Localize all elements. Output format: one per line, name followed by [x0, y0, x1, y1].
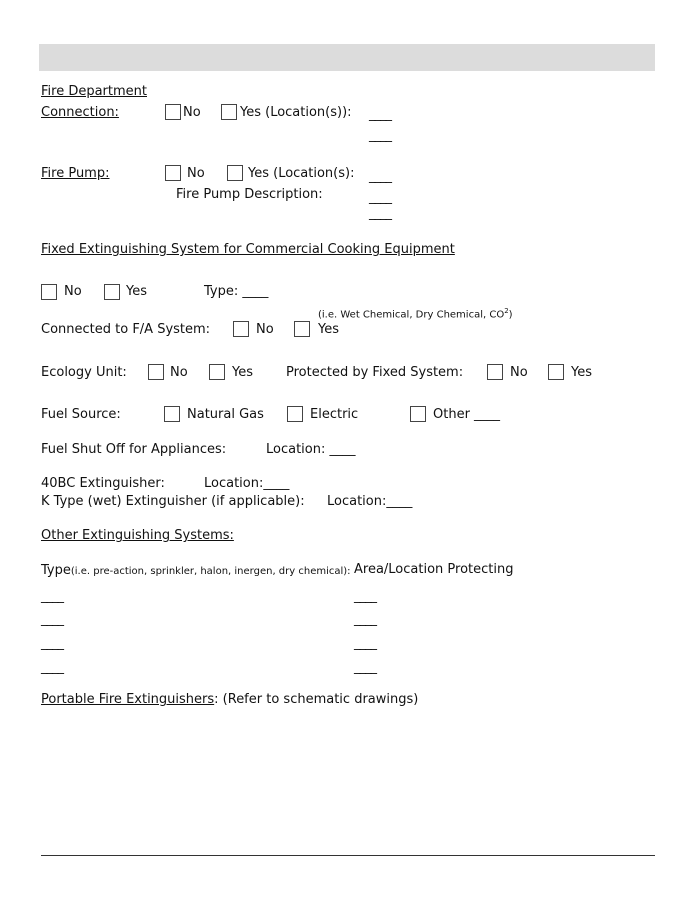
ecology-label: Ecology Unit:	[41, 365, 127, 380]
footer-rule	[41, 855, 655, 856]
pump-location-blank[interactable]: ____	[369, 168, 392, 186]
k-label: K Type (wet) Extinguisher (if applicable…	[41, 494, 305, 509]
cooking-no-label: No	[64, 284, 82, 299]
portable-line: Portable Fire Extinguishers: (Refer to s…	[41, 691, 418, 709]
fdc-no-label: No	[183, 105, 201, 120]
portable-label: Portable Fire Extinguishers	[41, 692, 215, 707]
protected-yes-checkbox[interactable]	[548, 364, 564, 380]
pump-yes-label: Yes (Location(s):	[248, 166, 355, 181]
fa-label: Connected to F/A System:	[41, 322, 211, 337]
pump-description-blank[interactable]: ____	[369, 205, 392, 223]
fdc-title-2: Connection:	[41, 105, 119, 120]
cooking-heading: Fixed Extinguishing System for Commercia…	[41, 242, 455, 257]
other-heading: Other Extinguishing Systems:	[41, 528, 234, 543]
area-blank[interactable]: ____	[354, 635, 377, 653]
cooking-yes-label: Yes	[126, 284, 147, 299]
pump-yes-checkbox[interactable]	[227, 165, 243, 181]
other-type-label: Type(i.e. pre-action, sprinkler, halon, …	[41, 562, 351, 581]
cooking-yes-checkbox[interactable]	[104, 284, 120, 300]
type-blank[interactable]: ____	[41, 635, 64, 653]
fa-no-checkbox[interactable]	[233, 321, 249, 337]
cooking-type-note: (i.e. Wet Chemical, Dry Chemical, CO2)	[318, 302, 513, 324]
pump-description-label: Fire Pump Description:	[176, 187, 323, 202]
other-field[interactable]: Other ____	[433, 406, 500, 424]
bc-location-field[interactable]: Location:____	[204, 475, 289, 493]
ecology-yes-checkbox[interactable]	[209, 364, 225, 380]
type-text: Type	[41, 563, 71, 578]
note-end: )	[508, 309, 513, 321]
protected-yes-label: Yes	[571, 365, 592, 380]
pump-title: Fire Pump:	[41, 166, 110, 181]
electric-checkbox[interactable]	[287, 406, 303, 422]
fuel-label: Fuel Source:	[41, 407, 121, 422]
ecology-no-label: No	[170, 365, 188, 380]
pump-no-label: No	[187, 166, 205, 181]
type-note: (i.e. pre-action, sprinkler, halon, iner…	[70, 566, 351, 577]
electric-label: Electric	[310, 407, 359, 422]
header-bar	[39, 44, 655, 71]
fdc-yes-label: Yes (Location(s)):	[240, 105, 352, 120]
protected-no-label: No	[510, 365, 528, 380]
fa-yes-checkbox[interactable]	[294, 321, 310, 337]
type-blank[interactable]: ____	[41, 588, 64, 606]
type-blank[interactable]: ____	[41, 611, 64, 629]
k-location-field[interactable]: Location:____	[327, 493, 412, 511]
form-page: Fire Department Connection: No Yes (Loca…	[0, 0, 695, 900]
area-blank[interactable]: ____	[354, 588, 377, 606]
cooking-type-field[interactable]: Type: ____	[204, 283, 268, 301]
natural-gas-checkbox[interactable]	[164, 406, 180, 422]
fa-no-label: No	[256, 322, 274, 337]
fa-yes-label: Yes	[318, 322, 339, 337]
protected-label: Protected by Fixed System:	[286, 365, 464, 380]
natural-gas-label: Natural Gas	[187, 407, 264, 422]
shutoff-label: Fuel Shut Off for Appliances:	[41, 442, 227, 457]
protected-no-checkbox[interactable]	[487, 364, 503, 380]
bc-label: 40BC Extinguisher:	[41, 476, 165, 491]
fdc-location-blank[interactable]: ____	[369, 127, 392, 145]
fdc-location-blank[interactable]: ____	[369, 106, 392, 124]
area-blank[interactable]: ____	[354, 611, 377, 629]
note-text: (i.e. Wet Chemical, Dry Chemical, CO	[318, 309, 505, 321]
fdc-no-checkbox[interactable]	[165, 104, 181, 120]
portable-note: : (Refer to schematic drawings)	[214, 692, 419, 707]
area-label: Area/Location Protecting	[354, 562, 514, 577]
fdc-title: Fire Department	[41, 84, 147, 99]
fdc-yes-checkbox[interactable]	[221, 104, 237, 120]
area-blank[interactable]: ____	[354, 659, 377, 677]
other-checkbox[interactable]	[410, 406, 426, 422]
pump-no-checkbox[interactable]	[165, 165, 181, 181]
shutoff-location-field[interactable]: Location: ____	[266, 441, 356, 459]
ecology-yes-label: Yes	[232, 365, 253, 380]
cooking-no-checkbox[interactable]	[41, 284, 57, 300]
ecology-no-checkbox[interactable]	[148, 364, 164, 380]
type-blank[interactable]: ____	[41, 659, 64, 677]
